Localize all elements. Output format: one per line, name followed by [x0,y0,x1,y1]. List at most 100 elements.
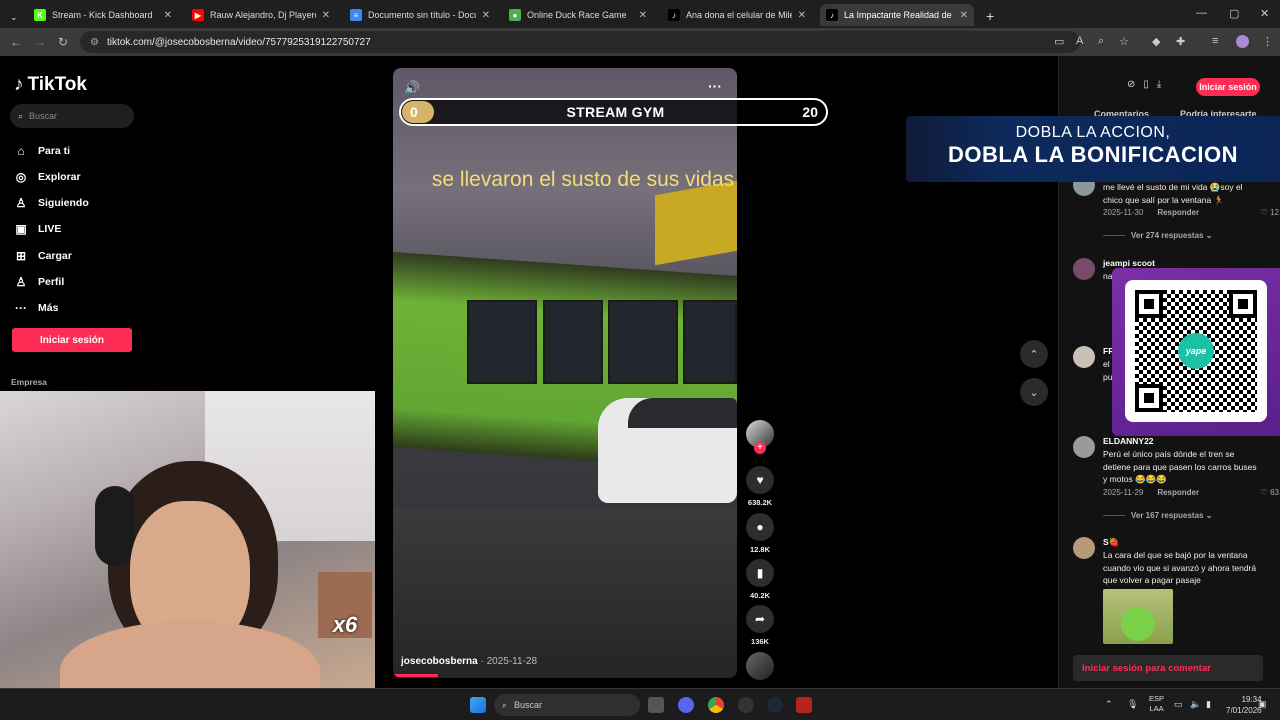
battery-icon[interactable]: ▮ [1206,699,1211,710]
site-info-icon[interactable]: ⚙ [90,37,99,48]
puzzle-icon[interactable]: ✚ [1176,35,1185,48]
nav-item-more[interactable]: ··· Más [14,301,58,315]
login-button[interactable]: Iniciar sesión [12,328,132,352]
discord-icon[interactable] [678,697,694,713]
taskbar-search[interactable]: ⌕ Buscar [494,694,640,716]
nav-item-home[interactable]: ⌂ Para ti [14,144,70,158]
chrome-icon[interactable] [708,697,724,713]
more-options-icon[interactable]: ··· [708,78,722,94]
nav-item-compass[interactable]: ◎ Explorar [14,170,81,184]
author-avatar[interactable]: + [745,420,775,454]
comment-button[interactable]: ● 12.8K [745,513,775,554]
windows-start-icon[interactable] [470,697,486,713]
task-view-icon[interactable] [648,697,664,713]
next-video-button[interactable]: ⌄ [1020,378,1048,406]
nav-item-upload[interactable]: ⊞ Cargar [14,249,72,263]
tiktok-logo[interactable]: ♪ TikTok [14,74,87,96]
profile-avatar[interactable] [1236,35,1249,48]
view-replies[interactable]: Ver 274 respuestas ⌄ [1103,231,1212,240]
chevron-up-icon: ⌃ [1029,348,1039,361]
share-button[interactable]: ➦ 136K [745,605,775,646]
close-tab-icon[interactable]: ✕ [322,10,330,21]
translate-icon[interactable]: A [1076,35,1083,47]
tab-search-button[interactable]: ⌄ [4,6,20,28]
browser-tab[interactable]: K Stream - Kick Dashboard ✕ [28,4,178,26]
speaker-icon[interactable]: 🔈 [1190,699,1201,710]
previous-video-button[interactable]: ⌃ [1020,340,1048,368]
reply-button[interactable]: Responder [1157,208,1199,217]
menu-icon[interactable]: ⋮ [1262,35,1273,48]
back-arrow-icon[interactable]: ← [10,35,22,49]
bookmark-button[interactable]: ▮ 40.2K [745,559,775,600]
video-progress-bar[interactable] [393,674,438,677]
login-to-comment-button[interactable]: Iniciar sesión para comentar [1073,655,1263,681]
bookmark-count: 40.2K [749,591,770,600]
browser-tab[interactable]: ● Online Duck Race Game ✕ [503,4,653,26]
nav-item-following[interactable]: ♙ Siguiendo [14,196,89,210]
tab-title: Ana dona el celular de Milenka [686,10,792,20]
new-tab-button[interactable]: + [980,5,1000,27]
comment-image[interactable] [1103,589,1173,644]
network-icon[interactable]: ▭ [1174,699,1183,710]
close-tab-icon[interactable]: ✕ [960,10,968,21]
volume-icon[interactable]: 🔊 [404,80,420,96]
upload-icon: ⊞ [15,249,27,263]
comment-avatar[interactable] [1073,346,1095,368]
language-indicator[interactable]: ESP LAA [1149,694,1164,714]
reply-button[interactable]: Responder [1157,488,1199,497]
tray-chevron-icon[interactable]: ⌃ [1105,699,1113,710]
address-bar[interactable]: ⚙ tiktok.com/@josecobosberna/video/75779… [80,31,1080,53]
nav-label: Para ti [38,145,71,157]
close-window-button[interactable]: ✕ [1260,7,1269,20]
obs-icon[interactable] [738,697,754,713]
footer-company-link[interactable]: Empresa [11,377,47,387]
browser-tab[interactable]: ▶ Rauw Alejandro, Dj Playero - D ✕ [186,4,336,26]
headset [95,486,135,566]
comment-avatar[interactable] [1073,436,1095,458]
close-tab-icon[interactable]: ✕ [798,10,806,21]
minimize-button[interactable]: — [1196,7,1207,19]
bus-window [608,300,678,384]
view-replies[interactable]: Ver 167 respuestas ⌄ [1103,511,1212,520]
compass-icon[interactable]: ⊘ [1127,79,1135,90]
follow-plus-icon[interactable]: + [754,442,766,454]
steam-icon[interactable] [767,697,783,713]
notification-icon[interactable]: ▣ [1258,699,1267,710]
bus-window [467,300,537,384]
close-tab-icon[interactable]: ✕ [164,10,172,21]
search-icon: ⌕ [18,110,24,121]
maximize-button[interactable]: ▢ [1229,7,1239,20]
dota-icon[interactable] [796,697,812,713]
comment-avatar[interactable] [1073,537,1095,559]
media-icon[interactable]: ≡ [1212,35,1218,47]
comment-like[interactable]: ♡ 12.9K [1261,208,1280,217]
close-tab-icon[interactable]: ✕ [639,10,647,21]
zoom-icon[interactable]: ⌕ [1098,35,1104,48]
browser-tab[interactable]: ♪ Ana dona el celular de Milenka ✕ [662,4,812,26]
cast-icon[interactable]: ▭ [1054,35,1064,48]
browser-tab[interactable]: ≡ Documento sin título - Docum ✕ [344,4,496,26]
bookmark-star-icon[interactable]: ☆ [1119,35,1129,48]
tiktok-icon: ♪ [826,9,838,21]
device-icon[interactable]: ▯ [1143,79,1149,90]
search-input[interactable]: ⌕ Buscar [10,104,134,128]
reload-icon[interactable]: ↻ [58,35,68,49]
download-icon[interactable]: ⤓ [1157,79,1161,90]
comment-avatar[interactable] [1073,258,1095,280]
forward-arrow-icon[interactable]: → [34,35,46,49]
video-player[interactable]: se llevaron el susto de sus vidas 🔊 ··· … [393,68,737,678]
nav-item-profile[interactable]: ♙ Perfil [14,275,65,289]
comment-like[interactable]: ♡ 63.1K [1261,488,1280,497]
login-button-top[interactable]: Iniciar sesión [1196,78,1260,96]
microphone-icon[interactable]: 🎙 [1127,699,1138,710]
bus-window [683,300,737,384]
close-tab-icon[interactable]: ✕ [482,10,490,21]
nav-item-live[interactable]: ▣ LIVE [14,222,61,236]
music-disc[interactable] [745,652,775,680]
browser-tab-active[interactable]: ♪ La Impactante Realidad de ✕ [820,4,974,26]
extension-icon[interactable]: ◆ [1152,35,1160,48]
video-author[interactable]: josecobosberna · 2025-11-28 [401,656,537,667]
system-clock[interactable]: 19:34 7/01/2026 [1226,694,1262,716]
like-button[interactable]: ♥ 638.2K [745,466,775,507]
heart-outline-icon: ♡ [1260,488,1268,497]
